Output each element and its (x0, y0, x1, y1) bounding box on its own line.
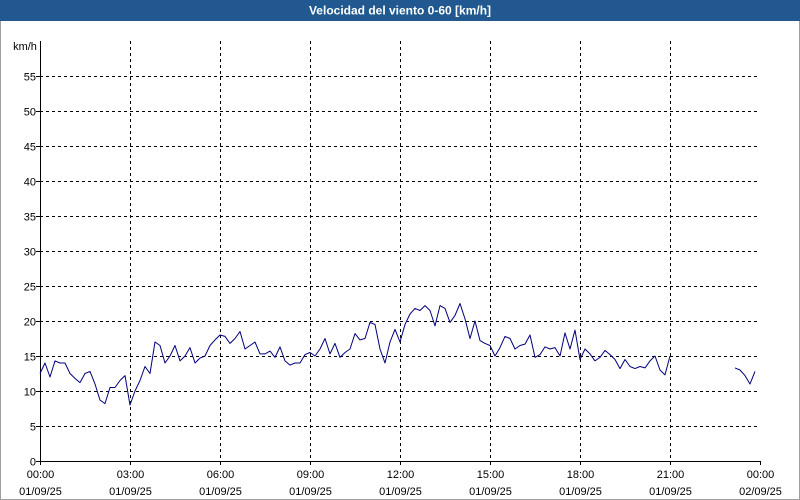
chart-title: Velocidad del viento 0-60 [km/h] (309, 4, 491, 18)
y-tick-label: 5 (30, 422, 36, 434)
x-tick-time-label: 00:00 (747, 469, 775, 481)
wind-speed-chart: Velocidad del viento 0-60 [km/h] km/h 0 5… (0, 0, 800, 500)
y-tick-label: 25 (24, 282, 36, 294)
x-tick-date-label: 02/09/25 (739, 486, 782, 498)
x-tick-date-label: 01/09/25 (649, 486, 692, 498)
y-tick-label: 10 (24, 387, 36, 399)
y-tick-label: 50 (24, 107, 36, 119)
x-tick-date-label: 01/09/25 (379, 486, 422, 498)
x-tick-time-label: 12:00 (387, 469, 415, 481)
x-tick-date-label: 01/09/25 (559, 486, 602, 498)
x-tick-date-label: 01/09/25 (289, 486, 332, 498)
x-tick-time-label: 15:00 (477, 469, 505, 481)
wind-speed-chart-window: Velocidad del viento 0-60 [km/h] km/h 0 5… (0, 0, 800, 500)
x-tick-time-label: 00:00 (27, 469, 55, 481)
x-tick-time-label: 03:00 (117, 469, 145, 481)
y-tick-label: 30 (24, 247, 36, 259)
x-tick-date-label: 01/09/25 (199, 486, 242, 498)
y-tick-label: 20 (24, 317, 36, 329)
x-tick-date-label: 01/09/25 (469, 486, 512, 498)
chart-frame (0, 0, 800, 500)
y-axis-unit-label: km/h (13, 41, 37, 53)
x-tick-time-label: 18:00 (567, 469, 595, 481)
x-tick-time-label: 06:00 (207, 469, 235, 481)
y-tick-label: 15 (24, 352, 36, 364)
x-tick-date-label: 01/09/25 (19, 486, 62, 498)
y-tick-label: 35 (24, 212, 36, 224)
y-tick-label: 55 (24, 72, 36, 84)
x-tick-time-label: 21:00 (657, 469, 685, 481)
y-tick-label: 45 (24, 142, 36, 154)
x-tick-date-label: 01/09/25 (109, 486, 152, 498)
y-tick-label: 40 (24, 177, 36, 189)
x-tick-time-label: 09:00 (297, 469, 325, 481)
y-tick-label: 0 (30, 457, 36, 469)
